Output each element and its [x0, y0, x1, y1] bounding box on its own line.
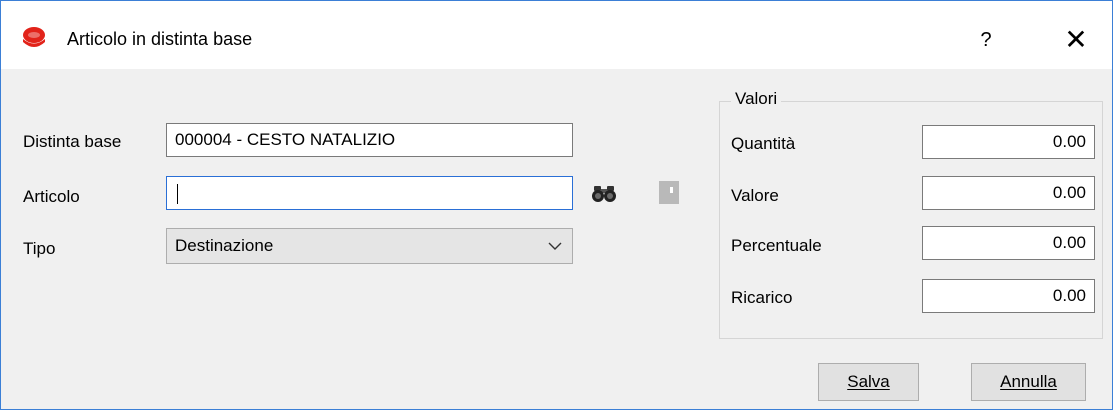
ricarico-field[interactable]: 0.00 — [922, 279, 1095, 313]
help-button[interactable]: ? — [971, 25, 1001, 55]
cancel-button-label: Annulla — [1000, 372, 1057, 391]
chevron-down-icon — [548, 242, 562, 250]
articolo-label: Articolo — [23, 187, 80, 206]
document-icon[interactable] — [656, 179, 682, 205]
tipo-label: Tipo — [23, 239, 56, 258]
window-title: Articolo in distinta base — [67, 29, 253, 49]
binoculars-icon[interactable] — [591, 180, 617, 206]
distinta-base-label: Distinta base — [23, 132, 122, 151]
percentuale-field[interactable]: 0.00 — [922, 226, 1095, 260]
ricarico-label: Ricarico — [731, 288, 793, 307]
quantita-field[interactable]: 0.00 — [922, 125, 1095, 159]
percentuale-label: Percentuale — [731, 236, 822, 255]
articolo-input[interactable] — [166, 176, 573, 210]
valori-group-title: Valori — [731, 89, 782, 109]
cancel-button[interactable]: Annulla — [971, 363, 1086, 401]
tipo-select[interactable]: Destinazione — [166, 228, 573, 264]
valore-label: Valore — [731, 186, 779, 205]
title-bar: Articolo in distinta base ? ✕ — [1, 1, 1112, 69]
tipo-selected-value: Destinazione — [175, 236, 274, 255]
quantita-label: Quantità — [731, 134, 796, 153]
close-button[interactable]: ✕ — [1059, 23, 1093, 57]
app-logo-icon — [23, 27, 45, 47]
save-button-label: Salva — [847, 372, 890, 391]
dialog-window: Articolo in distinta base ? ✕ Distinta b… — [0, 0, 1113, 410]
distinta-base-field[interactable]: 000004 - CESTO NATALIZIO — [166, 123, 573, 157]
save-button[interactable]: Salva — [818, 363, 919, 401]
text-caret — [177, 183, 178, 204]
valore-field[interactable]: 0.00 — [922, 176, 1095, 210]
